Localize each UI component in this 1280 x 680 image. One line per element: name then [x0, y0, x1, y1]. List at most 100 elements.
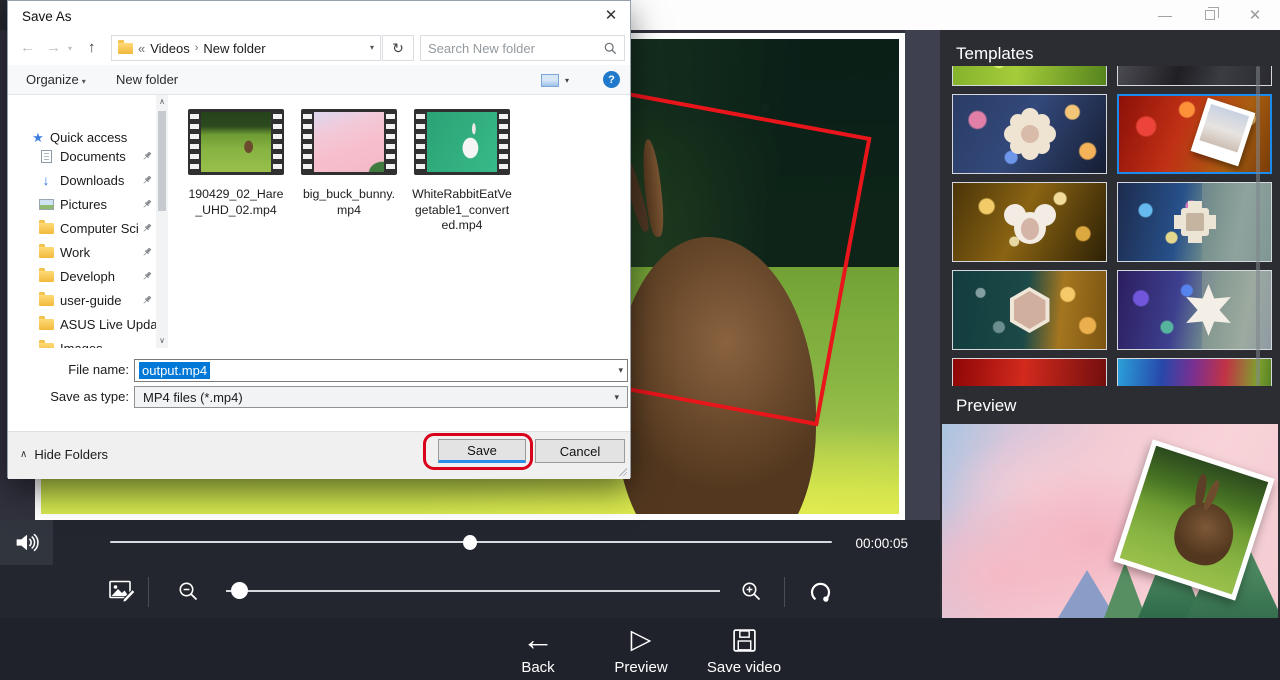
refresh-button[interactable]: ↻	[382, 35, 414, 61]
templates-grid	[952, 66, 1272, 386]
sidebar-item-documents[interactable]: Documents	[8, 144, 156, 168]
save-type-select[interactable]: MP4 files (*.mp4) ▾	[134, 386, 628, 408]
template-thumbnail-green-leaves[interactable]	[952, 66, 1107, 86]
seek-slider-thumb[interactable]	[463, 535, 477, 550]
dialog-titlebar[interactable]: Save As ✕	[8, 1, 630, 31]
hide-folders-button[interactable]: ∧ Hide Folders	[20, 447, 108, 462]
refresh-icon: ↻	[392, 41, 404, 55]
speaker-icon	[13, 529, 40, 556]
divider	[148, 577, 149, 607]
template-thumbnail-hexagon-teal-gold[interactable]	[952, 270, 1107, 350]
pin-icon	[141, 294, 153, 306]
templates-title: Templates	[956, 44, 1033, 64]
organize-caret-icon: ▾	[82, 78, 86, 86]
sidebar-item-developh[interactable]: Developh	[8, 264, 156, 288]
file-name-field-label: File name:	[8, 362, 129, 377]
window-restore-button[interactable]	[1193, 0, 1227, 30]
video-editor-app: — ✕ Save As ✕ ← → ▾ ↑ « Videos › New	[0, 0, 1280, 680]
divider	[784, 577, 785, 607]
sidebar-scrollbar[interactable]: ∧ ∨	[156, 95, 168, 348]
scroll-up-icon[interactable]: ∧	[156, 98, 168, 106]
sidebar-item-work[interactable]: Work	[8, 240, 156, 264]
save-video-nav-button[interactable]: Save video	[702, 620, 786, 678]
save-type-dropdown-caret: ▾	[614, 393, 619, 402]
resize-grip[interactable]	[619, 468, 627, 476]
zoom-in-button[interactable]	[738, 578, 766, 606]
pictures-icon	[38, 199, 54, 210]
dialog-navbar: ← → ▾ ↑ « Videos › New folder ▾ ↻ Search…	[8, 31, 630, 65]
breadcrumb-separator-icon: ›	[195, 42, 199, 54]
scrollbar-thumb[interactable]	[158, 111, 166, 211]
file-name-label: 190429_02_Hare_UHD_02.mp4	[186, 187, 286, 218]
window-close-button[interactable]: ✕	[1238, 0, 1272, 30]
template-thumbnail-flower-bokeh[interactable]	[952, 94, 1107, 174]
motion-button[interactable]	[804, 575, 836, 607]
zoom-out-button[interactable]	[175, 578, 203, 606]
window-minimize-button[interactable]: —	[1148, 0, 1182, 30]
preview-hare	[1167, 495, 1241, 572]
up-button[interactable]: ↑	[88, 39, 96, 56]
file-name-dropdown-caret[interactable]: ▾	[618, 366, 623, 375]
folder-icon	[38, 319, 54, 330]
sidebar-item-images[interactable]: Images	[8, 336, 156, 348]
new-folder-button[interactable]: New folder	[116, 72, 178, 87]
star-shape	[1183, 284, 1235, 336]
sidebar-item-computer-sci[interactable]: Computer Sci	[8, 216, 156, 240]
sidebar-item-asus-live-update[interactable]: ASUS Live Updat	[8, 312, 156, 336]
file-name-input[interactable]: output.mp4 ▾	[134, 359, 628, 382]
save-type-field-label: Save as type:	[8, 389, 129, 404]
chevron-up-icon: ∧	[20, 450, 27, 460]
search-box[interactable]: Search New folder	[420, 35, 625, 61]
breadcrumb-overflow[interactable]: «	[138, 41, 145, 56]
template-thumbnail-star-purple-bokeh[interactable]	[1117, 270, 1272, 350]
video-thumbnail	[301, 109, 397, 175]
sidebar-item-downloads[interactable]: ↓ Downloads	[8, 168, 156, 192]
file-item-hare[interactable]: 190429_02_Hare_UHD_02.mp4	[186, 109, 286, 218]
save-button[interactable]: Save	[438, 439, 526, 463]
quick-access-star-icon: ★	[30, 131, 46, 144]
view-mode-icon[interactable]	[541, 74, 559, 87]
edit-media-button[interactable]	[105, 575, 139, 607]
video-thumbnail	[414, 109, 510, 175]
file-name-label: big_buck_bunny.mp4	[299, 187, 399, 218]
file-item-white-rabbit[interactable]: WhiteRabbitEatVegetable1_converted.mp4	[412, 109, 512, 234]
help-button[interactable]: ?	[603, 71, 620, 88]
template-thumbnail-puzzle-rainbow[interactable]	[1117, 182, 1272, 262]
preview-title: Preview	[956, 396, 1016, 416]
forward-button[interactable]: →	[46, 39, 61, 56]
dialog-close-button[interactable]: ✕	[598, 6, 624, 26]
sidebar-item-pictures[interactable]: Pictures	[8, 192, 156, 216]
file-name-label: WhiteRabbitEatVegetable1_converted.mp4	[412, 187, 512, 234]
template-thumbnail-mickey-gold-bokeh[interactable]	[952, 182, 1107, 262]
flower-shape	[1018, 122, 1042, 146]
folder-icon	[38, 223, 54, 234]
templates-scrollbar[interactable]	[1256, 66, 1260, 386]
folder-icon	[38, 343, 54, 349]
back-nav-button[interactable]: ← Back	[496, 620, 580, 678]
zoom-bar	[0, 566, 940, 618]
breadcrumb-videos[interactable]: Videos	[150, 41, 190, 56]
address-dropdown-caret[interactable]: ▾	[370, 44, 374, 52]
back-button[interactable]: ←	[20, 39, 35, 56]
cancel-button[interactable]: Cancel	[535, 439, 625, 463]
template-thumbnail-red-bokeh[interactable]	[952, 358, 1107, 386]
pin-icon	[141, 174, 153, 186]
panel-gap	[905, 30, 940, 520]
zoom-slider-track[interactable]	[226, 590, 720, 592]
sidebar-item-user-guide[interactable]: user-guide	[8, 288, 156, 312]
scroll-down-icon[interactable]: ∨	[156, 337, 168, 345]
search-placeholder: Search New folder	[428, 41, 604, 56]
address-bar[interactable]: « Videos › New folder ▾	[111, 35, 381, 61]
view-mode-caret-icon[interactable]: ▾	[565, 77, 569, 85]
volume-button[interactable]	[0, 520, 53, 565]
file-item-big-buck-bunny[interactable]: big_buck_bunny.mp4	[299, 109, 399, 218]
organize-button[interactable]: Organize▾	[26, 72, 86, 87]
breadcrumb-new-folder[interactable]: New folder	[203, 41, 265, 56]
recent-locations-caret[interactable]: ▾	[68, 44, 72, 53]
template-thumbnail-dark-smoke[interactable]	[1117, 66, 1272, 86]
rotate-motion-icon	[806, 577, 835, 606]
preview-nav-button[interactable]: ▷ Preview	[599, 620, 683, 678]
template-thumbnail-multicolor-bokeh[interactable]	[1117, 358, 1272, 386]
zoom-slider-thumb[interactable]	[231, 582, 248, 599]
template-thumbnail-polaroid-red-bokeh-selected[interactable]	[1117, 94, 1272, 174]
